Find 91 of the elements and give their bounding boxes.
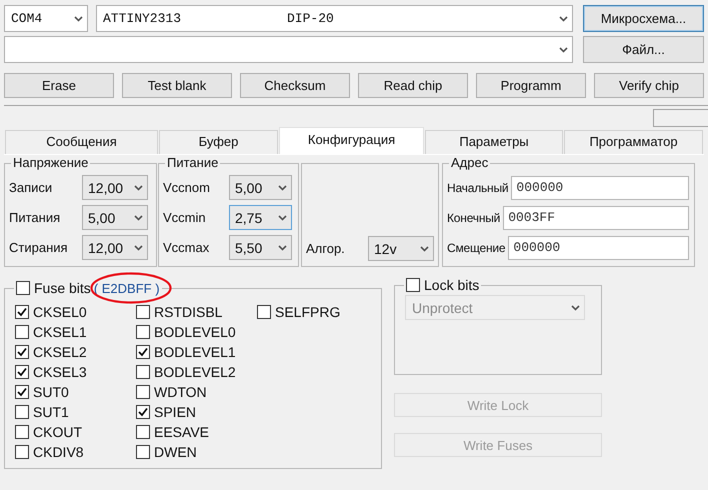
checkbox[interactable] [136,405,150,419]
value-select[interactable]: 2,75 [229,205,292,230]
chip-button[interactable]: Микросхема... [583,5,704,32]
checkbox[interactable] [136,325,150,339]
action-button[interactable]: Checksum [240,73,350,98]
checkbox[interactable] [136,445,150,459]
chevron-icon [559,46,568,52]
checkbox-label: BODLEVEL1 [154,344,236,360]
group-title: Адрес [450,156,490,170]
checkbox[interactable] [136,425,150,439]
action-button[interactable]: Erase [4,73,114,98]
checkbox-label: CKOUT [33,424,82,440]
checkbox[interactable] [15,445,29,459]
checkbox-label: SUT0 [33,384,69,400]
checkbox-label: CKSEL2 [33,344,87,360]
port-select[interactable]: COM4 [4,5,88,32]
address-field[interactable]: 000000 [511,176,690,200]
checkbox[interactable] [15,345,29,359]
checkbox-label: DWEN [154,444,197,460]
checkbox[interactable] [16,281,30,295]
chevron-icon [278,244,287,250]
tab[interactable]: Конфигурация [279,127,424,154]
checkbox-label: BODLEVEL0 [154,324,236,340]
tab[interactable]: Буфер [159,130,278,154]
value-select[interactable]: 12,00 [82,175,148,200]
checkbox[interactable] [15,325,29,339]
value-select[interactable]: 5,00 [82,205,148,230]
algorithm-select[interactable]: 12v [368,236,434,261]
action-button[interactable]: Read chip [358,73,468,98]
value-select[interactable]: 12,00 [82,235,148,260]
value-select[interactable]: 5,00 [229,175,292,200]
checkbox[interactable] [15,425,29,439]
field-label: Vccmax [163,240,210,255]
checkbox[interactable] [15,385,29,399]
file-button[interactable]: Файл... [583,36,704,63]
checkbox-label: CKDIV8 [33,444,84,460]
checkbox[interactable] [136,305,150,319]
field-label: Питания [9,210,62,225]
field-label: Записи [9,180,54,195]
chevron-icon [420,246,429,252]
field-label: Смещение [447,240,506,254]
chevron-icon [571,304,580,310]
chevron-icon [134,214,143,220]
tab[interactable]: Программатор [564,130,703,154]
field-label: Стирания [9,240,69,255]
checkbox-label: SPIEN [154,404,196,420]
field-label: Vccnom [163,180,211,195]
checkbox[interactable] [15,405,29,419]
field-label: Vccmin [163,210,207,225]
group-title: Питание [166,156,220,170]
value-select[interactable]: 5,50 [229,235,292,260]
checkbox-label: CKSEL0 [33,304,87,320]
tab[interactable]: Параметры [425,130,563,154]
checkbox[interactable] [15,365,29,379]
checkbox-label: RSTDISBL [154,304,222,320]
chevron-icon [559,16,568,22]
checkbox-label: Lock bits [424,277,480,293]
checkbox-label: CKSEL3 [33,364,87,380]
tab[interactable]: Сообщения [5,130,158,154]
chevron-icon [278,214,287,220]
chevron-icon [278,184,287,190]
action-button[interactable]: Verify chip [594,73,704,98]
write-button: Write Fuses [394,433,602,457]
checkbox-label: SELFPRG [275,304,340,320]
checkbox[interactable] [136,385,150,399]
chip-name: ATTINY2313 [103,11,182,26]
field-label: Конечный [447,210,500,224]
group-title: Напряжение [12,156,90,170]
checkbox-label: BODLEVEL2 [154,364,236,380]
address-field[interactable]: 0003FF [503,206,690,230]
checkbox-label: CKSEL1 [33,324,87,340]
status-field [653,109,708,127]
checkbox-label: Fuse bits [34,280,91,296]
checkbox-label: WDTON [154,384,207,400]
checkbox-label: EESAVE [154,424,209,440]
write-button: Write Lock [394,393,602,417]
checkbox[interactable] [257,305,271,319]
action-button[interactable]: Test blank [122,73,232,98]
chevron-icon [134,184,143,190]
checkbox[interactable] [136,345,150,359]
field-label: Алгор. [306,241,346,256]
chevron-icon [74,16,83,22]
chip-select[interactable]: ATTINY2313 DIP-20 [96,5,573,32]
address-field[interactable]: 000000 [508,236,690,260]
chip-package: DIP-20 [287,11,335,26]
action-button[interactable]: Programm [476,73,586,98]
chevron-icon [134,244,143,250]
checkbox[interactable] [15,305,29,319]
checkbox-label: SUT1 [33,404,69,420]
checkbox[interactable] [136,365,150,379]
field-label: Начальный [447,180,508,194]
